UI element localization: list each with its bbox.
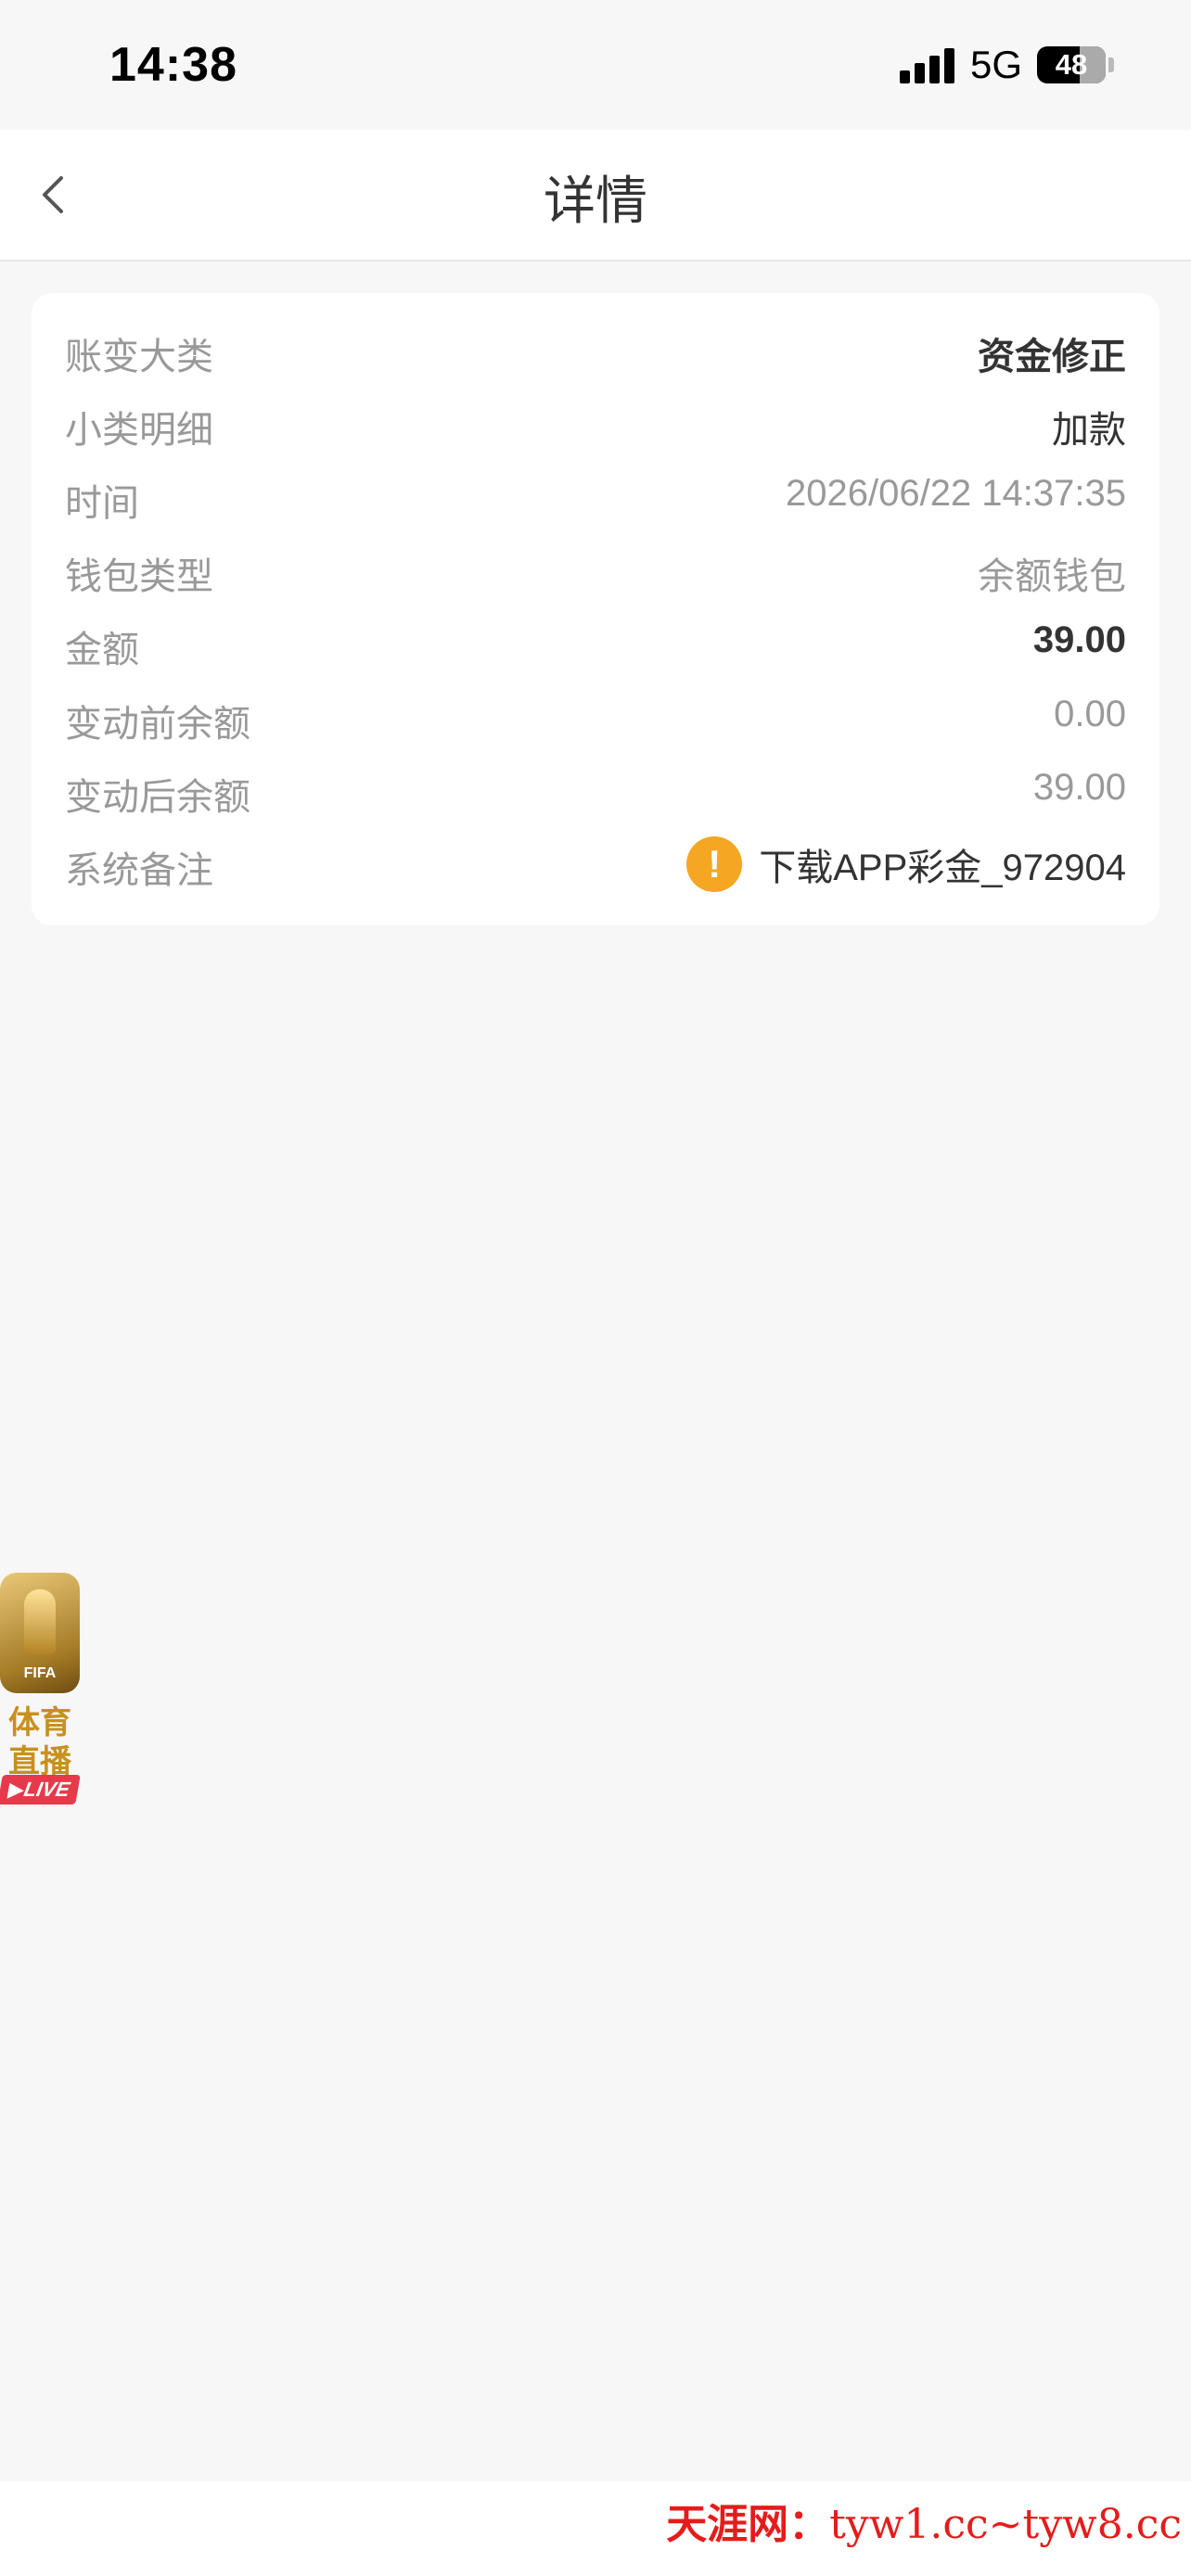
watermark: 天涯网：tyw1.cc~tyw8.cc (666, 2491, 1182, 2550)
detail-card: 账变大类 资金修正 小类明细 加款 时间 2026/06/22 14:37:35… (32, 293, 1159, 925)
detail-row-amount: 金额 39.00 (65, 612, 1126, 670)
detail-row-balance-before: 变动前余额 0.00 (65, 686, 1126, 745)
detail-row-remark: 系统备注 ! 下载APP彩金_972904 (65, 833, 1126, 898)
battery-tip (1108, 57, 1114, 72)
detail-label: 金额 (65, 630, 139, 670)
nav-bar: 详情 (0, 130, 1191, 261)
battery-level: 48 (1055, 48, 1088, 81)
status-bar: 14:38 5G 48 (0, 0, 1191, 130)
battery-icon: 48 (1037, 46, 1106, 83)
detail-label: 小类明细 (65, 410, 213, 451)
remark-text: 下载APP彩金_972904 (759, 848, 1126, 888)
detail-label: 钱包类型 (65, 556, 213, 597)
network-type: 5G (970, 43, 1023, 86)
detail-value: 资金修正 (978, 337, 1126, 377)
detail-label: 时间 (65, 483, 139, 524)
page-title: 详情 (544, 172, 647, 230)
remark-value: ! 下载APP彩金_972904 (686, 836, 1126, 892)
detail-value: 加款 (1052, 410, 1126, 451)
status-time: 14:38 (109, 38, 237, 92)
detail-row-time: 时间 2026/06/22 14:37:35 (65, 465, 1126, 524)
detail-label: 账变大类 (65, 337, 213, 377)
detail-row-category: 账变大类 资金修正 (65, 319, 1126, 377)
detail-value: 39.00 (1032, 619, 1126, 660)
signal-icon (900, 48, 957, 83)
detail-row-wallet: 钱包类型 余额钱包 (65, 539, 1126, 597)
world-cup-trophy-icon: FIFA (0, 1573, 80, 1693)
detail-value: 0.00 (1054, 694, 1126, 734)
live-sports-promo[interactable]: FIFA 体育 直播 ▶LIVE (0, 1573, 81, 1810)
detail-row-balance-after: 变动后余额 39.00 (65, 759, 1126, 818)
watermark-name: 天涯网： (666, 2501, 830, 2548)
detail-row-subcategory: 小类明细 加款 (65, 392, 1126, 451)
warning-icon[interactable]: ! (686, 836, 743, 892)
detail-value: 2026/06/22 14:37:35 (785, 473, 1126, 514)
detail-label: 系统备注 (65, 850, 213, 891)
live-badge: ▶LIVE (0, 1775, 81, 1804)
detail-label: 变动前余额 (65, 704, 250, 745)
detail-value: 余额钱包 (978, 556, 1126, 597)
fifa-badge: FIFA (23, 1665, 57, 1681)
detail-value: 39.00 (1032, 767, 1126, 808)
detail-label: 变动后余额 (65, 777, 250, 818)
watermark-domains: tyw1.cc~tyw8.cc (829, 2501, 1182, 2548)
